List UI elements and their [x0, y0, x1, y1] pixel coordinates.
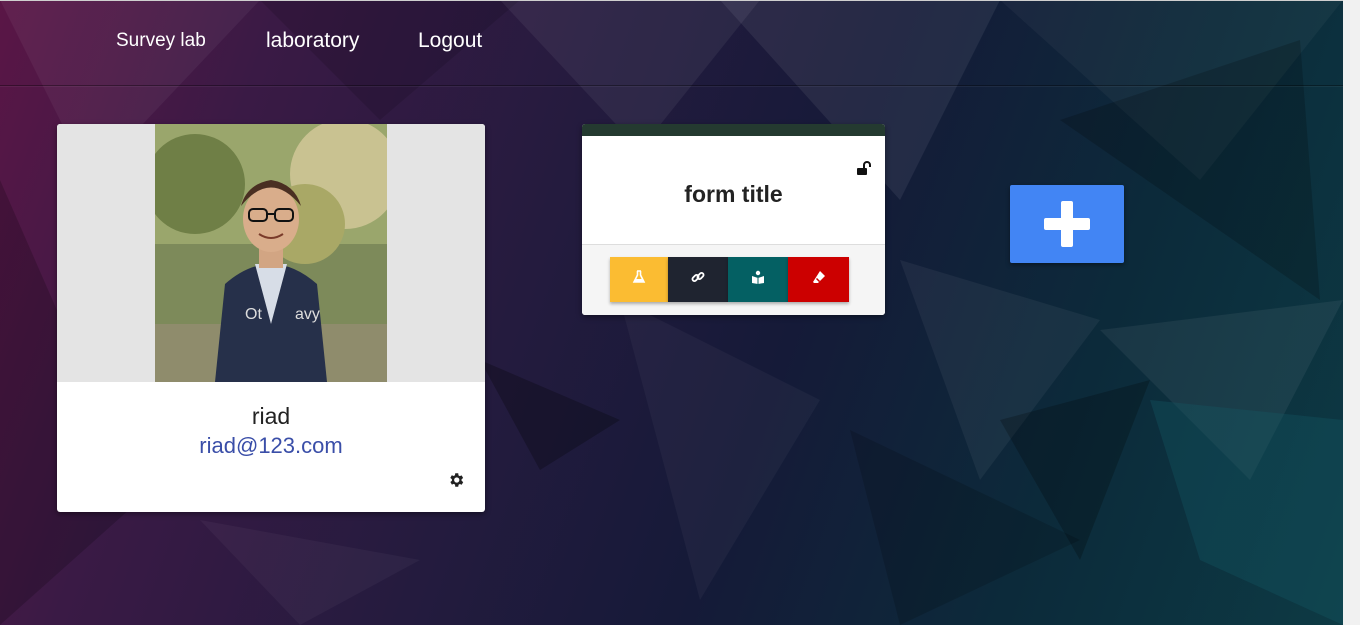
- unlock-icon[interactable]: [856, 160, 872, 176]
- form-title: form title: [684, 181, 783, 207]
- delete-form-button[interactable]: [788, 257, 849, 302]
- scrollbar[interactable]: [1343, 0, 1360, 625]
- navbar: Survey lab laboratory Logout: [0, 0, 1343, 86]
- profile-name: riad: [251, 403, 291, 429]
- link-icon: [691, 270, 705, 289]
- form-card-header: [582, 124, 885, 136]
- laboratory-button[interactable]: [610, 257, 668, 302]
- add-form-button[interactable]: [1010, 185, 1124, 263]
- form-actions: [582, 244, 885, 315]
- reader-icon: [751, 270, 765, 289]
- share-link-button[interactable]: [668, 257, 728, 302]
- eraser-icon: [812, 270, 826, 289]
- photo-frame: Ot avy: [57, 124, 485, 382]
- profile-email-link[interactable]: riad@123.com: [57, 433, 485, 459]
- profile-photo: Ot avy: [155, 124, 387, 382]
- svg-text:Ot: Ot: [245, 306, 262, 323]
- gear-icon[interactable]: [447, 471, 465, 489]
- form-card[interactable]: form title: [582, 124, 885, 315]
- flask-icon: [632, 270, 646, 289]
- brand-link[interactable]: Survey lab: [116, 30, 206, 52]
- profile-card: Ot avy riad riad@123.com: [57, 124, 485, 512]
- view-responses-button[interactable]: [728, 257, 788, 302]
- svg-text:avy: avy: [295, 306, 320, 323]
- plus-icon: [1010, 201, 1124, 267]
- nav-logout-link[interactable]: Logout: [418, 29, 482, 53]
- nav-laboratory-link[interactable]: laboratory: [266, 29, 359, 53]
